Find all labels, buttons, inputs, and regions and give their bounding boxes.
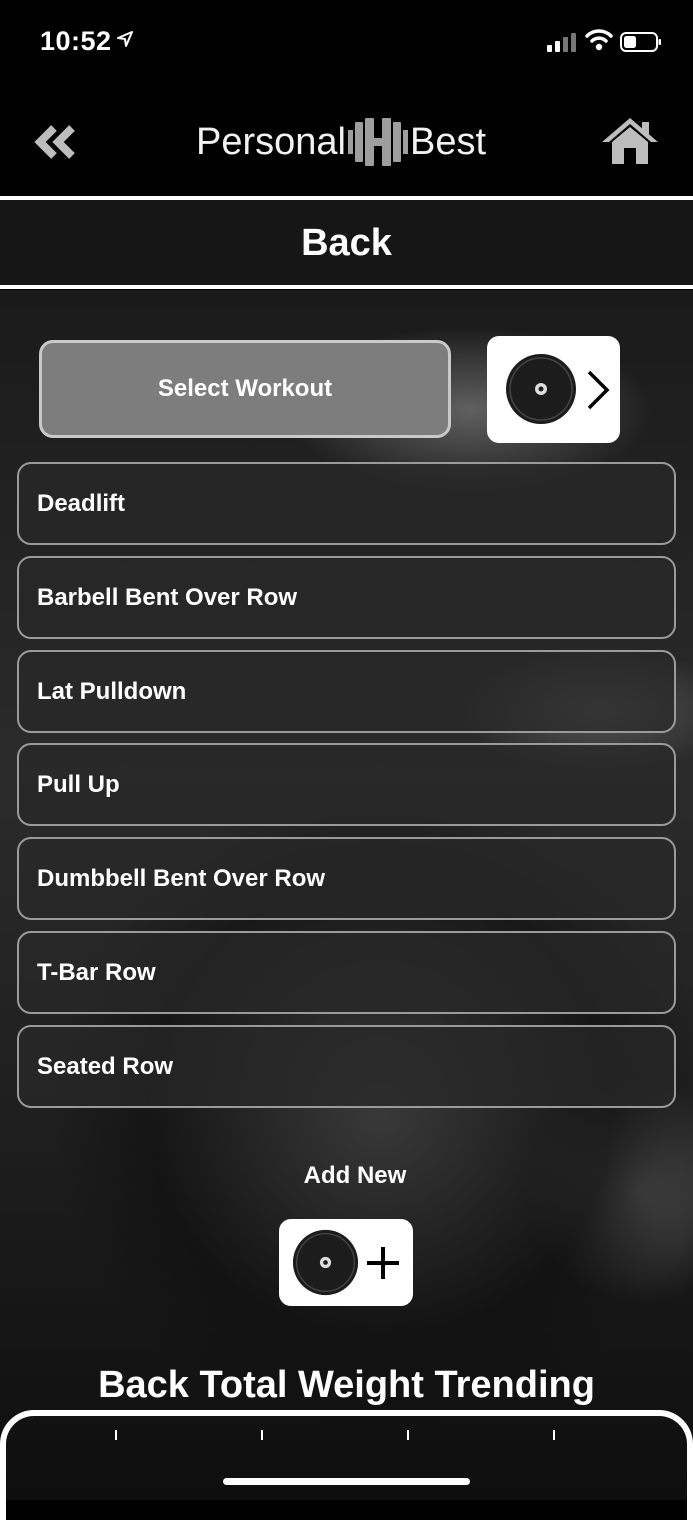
battery-icon xyxy=(620,32,661,52)
cellular-signal-icon xyxy=(547,33,576,52)
list-item[interactable]: Lat Pulldown xyxy=(17,650,676,733)
list-item[interactable]: Pull Up xyxy=(17,743,676,826)
chart-gridline-tick xyxy=(553,1430,555,1440)
list-item[interactable]: T-Bar Row xyxy=(17,931,676,1014)
back-chevron-icon[interactable] xyxy=(34,124,78,160)
status-bar: 10:52 xyxy=(0,0,693,90)
home-icon[interactable] xyxy=(600,116,660,166)
logo-text-left: Personal xyxy=(196,121,346,163)
dumbbell-logo-icon xyxy=(347,118,408,166)
select-workout-button[interactable]: Select Workout xyxy=(39,340,451,438)
list-item[interactable]: Deadlift xyxy=(17,462,676,545)
home-indicator[interactable] xyxy=(223,1478,470,1485)
list-item[interactable]: Barbell Bent Over Row xyxy=(17,556,676,639)
weight-plate-icon xyxy=(292,1229,359,1296)
plus-icon xyxy=(367,1247,399,1279)
weight-plate-icon xyxy=(506,354,576,424)
section-header: Back xyxy=(0,200,693,286)
chart-gridline-tick xyxy=(261,1430,263,1440)
next-workout-button[interactable] xyxy=(487,336,620,443)
section-divider-bottom xyxy=(0,285,693,289)
add-new-label: Add New xyxy=(303,1162,407,1189)
status-time: 10:52 xyxy=(40,26,112,56)
chart-gridline-tick xyxy=(115,1430,117,1440)
wifi-icon xyxy=(585,29,613,51)
list-item[interactable]: Seated Row xyxy=(17,1025,676,1108)
list-item[interactable]: Dumbbell Bent Over Row xyxy=(17,837,676,920)
trend-chart-card xyxy=(0,1410,693,1520)
chart-gridline-tick xyxy=(407,1430,409,1440)
logo-text-right: Best xyxy=(409,121,487,163)
section-title: Back xyxy=(301,222,392,264)
app-logo: Personal Best xyxy=(196,116,486,168)
chevron-right-icon xyxy=(587,370,610,410)
add-workout-button[interactable] xyxy=(279,1219,413,1306)
location-arrow-icon xyxy=(117,31,133,47)
trend-title: Back Total Weight Trending xyxy=(98,1364,595,1406)
